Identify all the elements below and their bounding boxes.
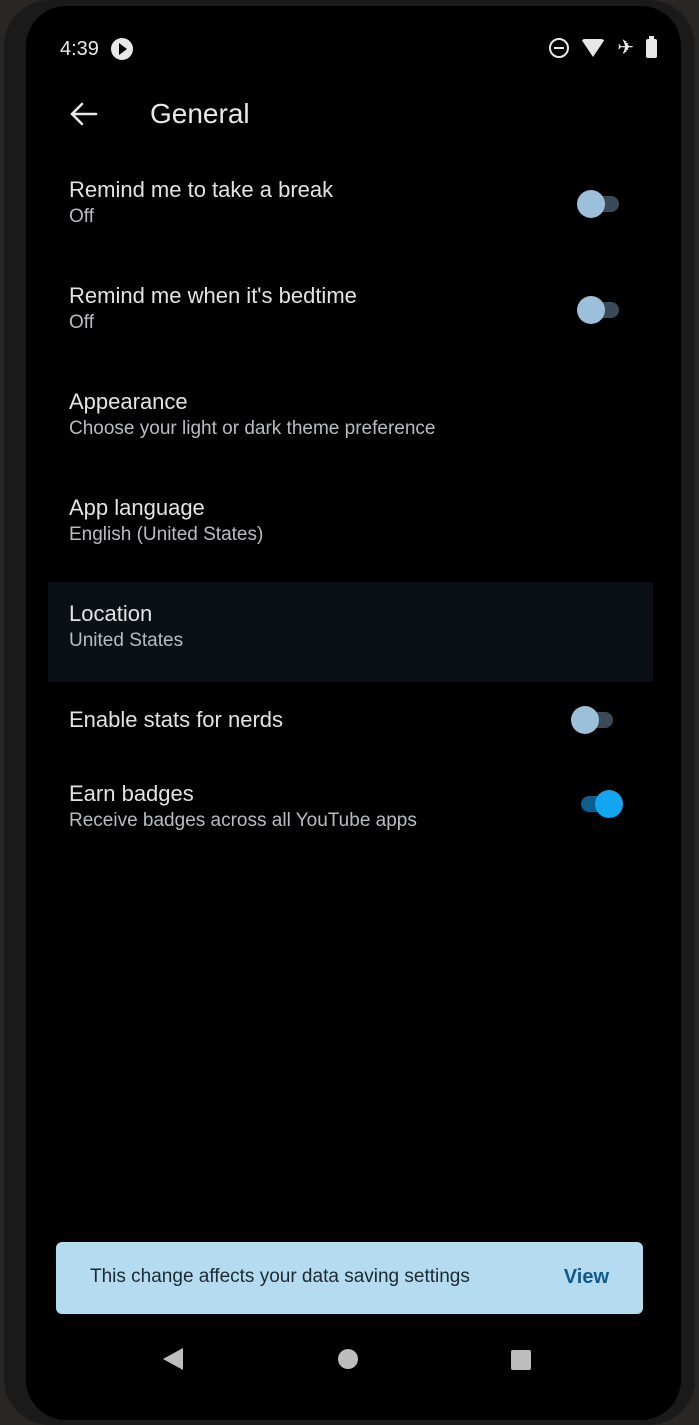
- toggle-thumb: [571, 706, 599, 734]
- app-bar: General: [26, 86, 681, 146]
- toggle-thumb: [595, 790, 623, 818]
- status-bar: 4:39 ✈: [26, 35, 681, 66]
- setting-bedtime[interactable]: Remind me when it's bedtime Off: [26, 264, 681, 370]
- system-nav-bar: [26, 1336, 681, 1386]
- setting-title: Location: [69, 601, 153, 626]
- nav-home-icon[interactable]: [338, 1349, 358, 1369]
- setting-location[interactable]: Location United States: [48, 582, 653, 682]
- play-notification-icon: [111, 38, 133, 60]
- setting-subtitle: English (United States): [69, 524, 264, 545]
- setting-take-a-break[interactable]: Remind me to take a break Off: [26, 158, 681, 264]
- setting-app-language[interactable]: App language English (United States): [26, 476, 681, 582]
- battery-icon: [646, 35, 657, 58]
- setting-subtitle: Choose your light or dark theme preferen…: [69, 418, 436, 439]
- screen: 4:39 ✈ General Remind me to take a break: [26, 6, 681, 1420]
- setting-title: App language: [69, 495, 205, 520]
- setting-subtitle: United States: [69, 630, 184, 651]
- snackbar: This change affects your data saving set…: [56, 1242, 643, 1314]
- toggle-thumb: [577, 296, 605, 324]
- wifi-icon: [581, 39, 606, 57]
- setting-stats-for-nerds[interactable]: Enable stats for nerds: [26, 682, 681, 762]
- bedtime-toggle[interactable]: [577, 296, 621, 324]
- setting-title: Appearance: [69, 389, 188, 414]
- do-not-disturb-icon: [549, 38, 570, 58]
- setting-appearance[interactable]: Appearance Choose your light or dark the…: [26, 370, 681, 476]
- stats-for-nerds-toggle[interactable]: [571, 706, 615, 734]
- snackbar-message: This change affects your data saving set…: [90, 1266, 470, 1287]
- toggle-thumb: [577, 190, 605, 218]
- arrow-left-icon: [70, 102, 98, 126]
- nav-recents-icon[interactable]: [511, 1350, 531, 1370]
- back-button[interactable]: [64, 94, 104, 134]
- setting-earn-badges[interactable]: Earn badges Receive badges across all Yo…: [26, 762, 681, 868]
- take-a-break-toggle[interactable]: [577, 190, 621, 218]
- status-time: 4:39: [60, 38, 99, 60]
- status-icons: ✈: [549, 35, 657, 59]
- earn-badges-toggle[interactable]: [577, 790, 623, 818]
- airplane-mode-icon: ✈: [617, 37, 634, 59]
- nav-back-icon[interactable]: [163, 1348, 183, 1370]
- snackbar-view-button[interactable]: View: [564, 1266, 609, 1289]
- phone-frame: 4:39 ✈ General Remind me to take a break: [4, 0, 695, 1425]
- page-title: General: [150, 98, 250, 129]
- settings-list: Remind me to take a break Off Remind me …: [26, 158, 681, 868]
